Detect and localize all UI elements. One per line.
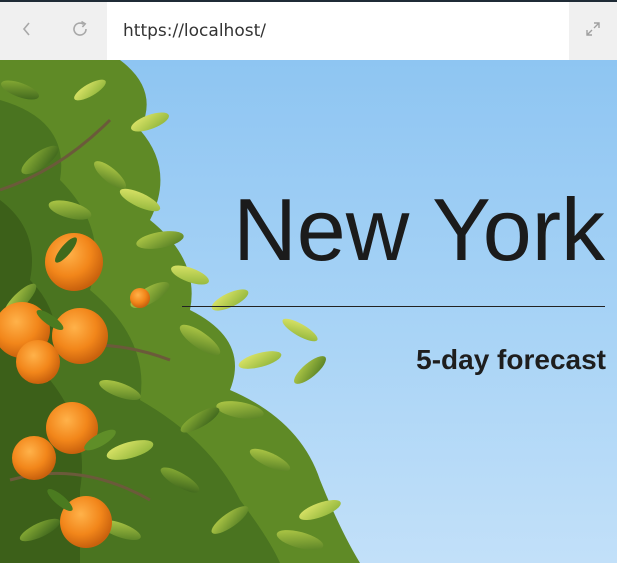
url-text: https://localhost/ bbox=[123, 21, 266, 41]
page-viewport: New York 5-day forecast bbox=[0, 60, 617, 563]
city-title: New York bbox=[233, 180, 605, 279]
orange-tree-background-image bbox=[0, 60, 360, 563]
forecast-subtitle: 5-day forecast bbox=[416, 344, 606, 375]
expand-icon bbox=[584, 20, 602, 43]
fullscreen-button[interactable] bbox=[569, 2, 617, 60]
browser-toolbar: https://localhost/ bbox=[0, 0, 617, 60]
address-bar[interactable]: https://localhost/ bbox=[107, 2, 569, 60]
back-button[interactable] bbox=[0, 2, 53, 60]
reload-icon bbox=[69, 18, 91, 45]
reload-button[interactable] bbox=[53, 2, 106, 60]
chevron-left-icon bbox=[20, 20, 34, 43]
title-divider bbox=[182, 306, 605, 307]
